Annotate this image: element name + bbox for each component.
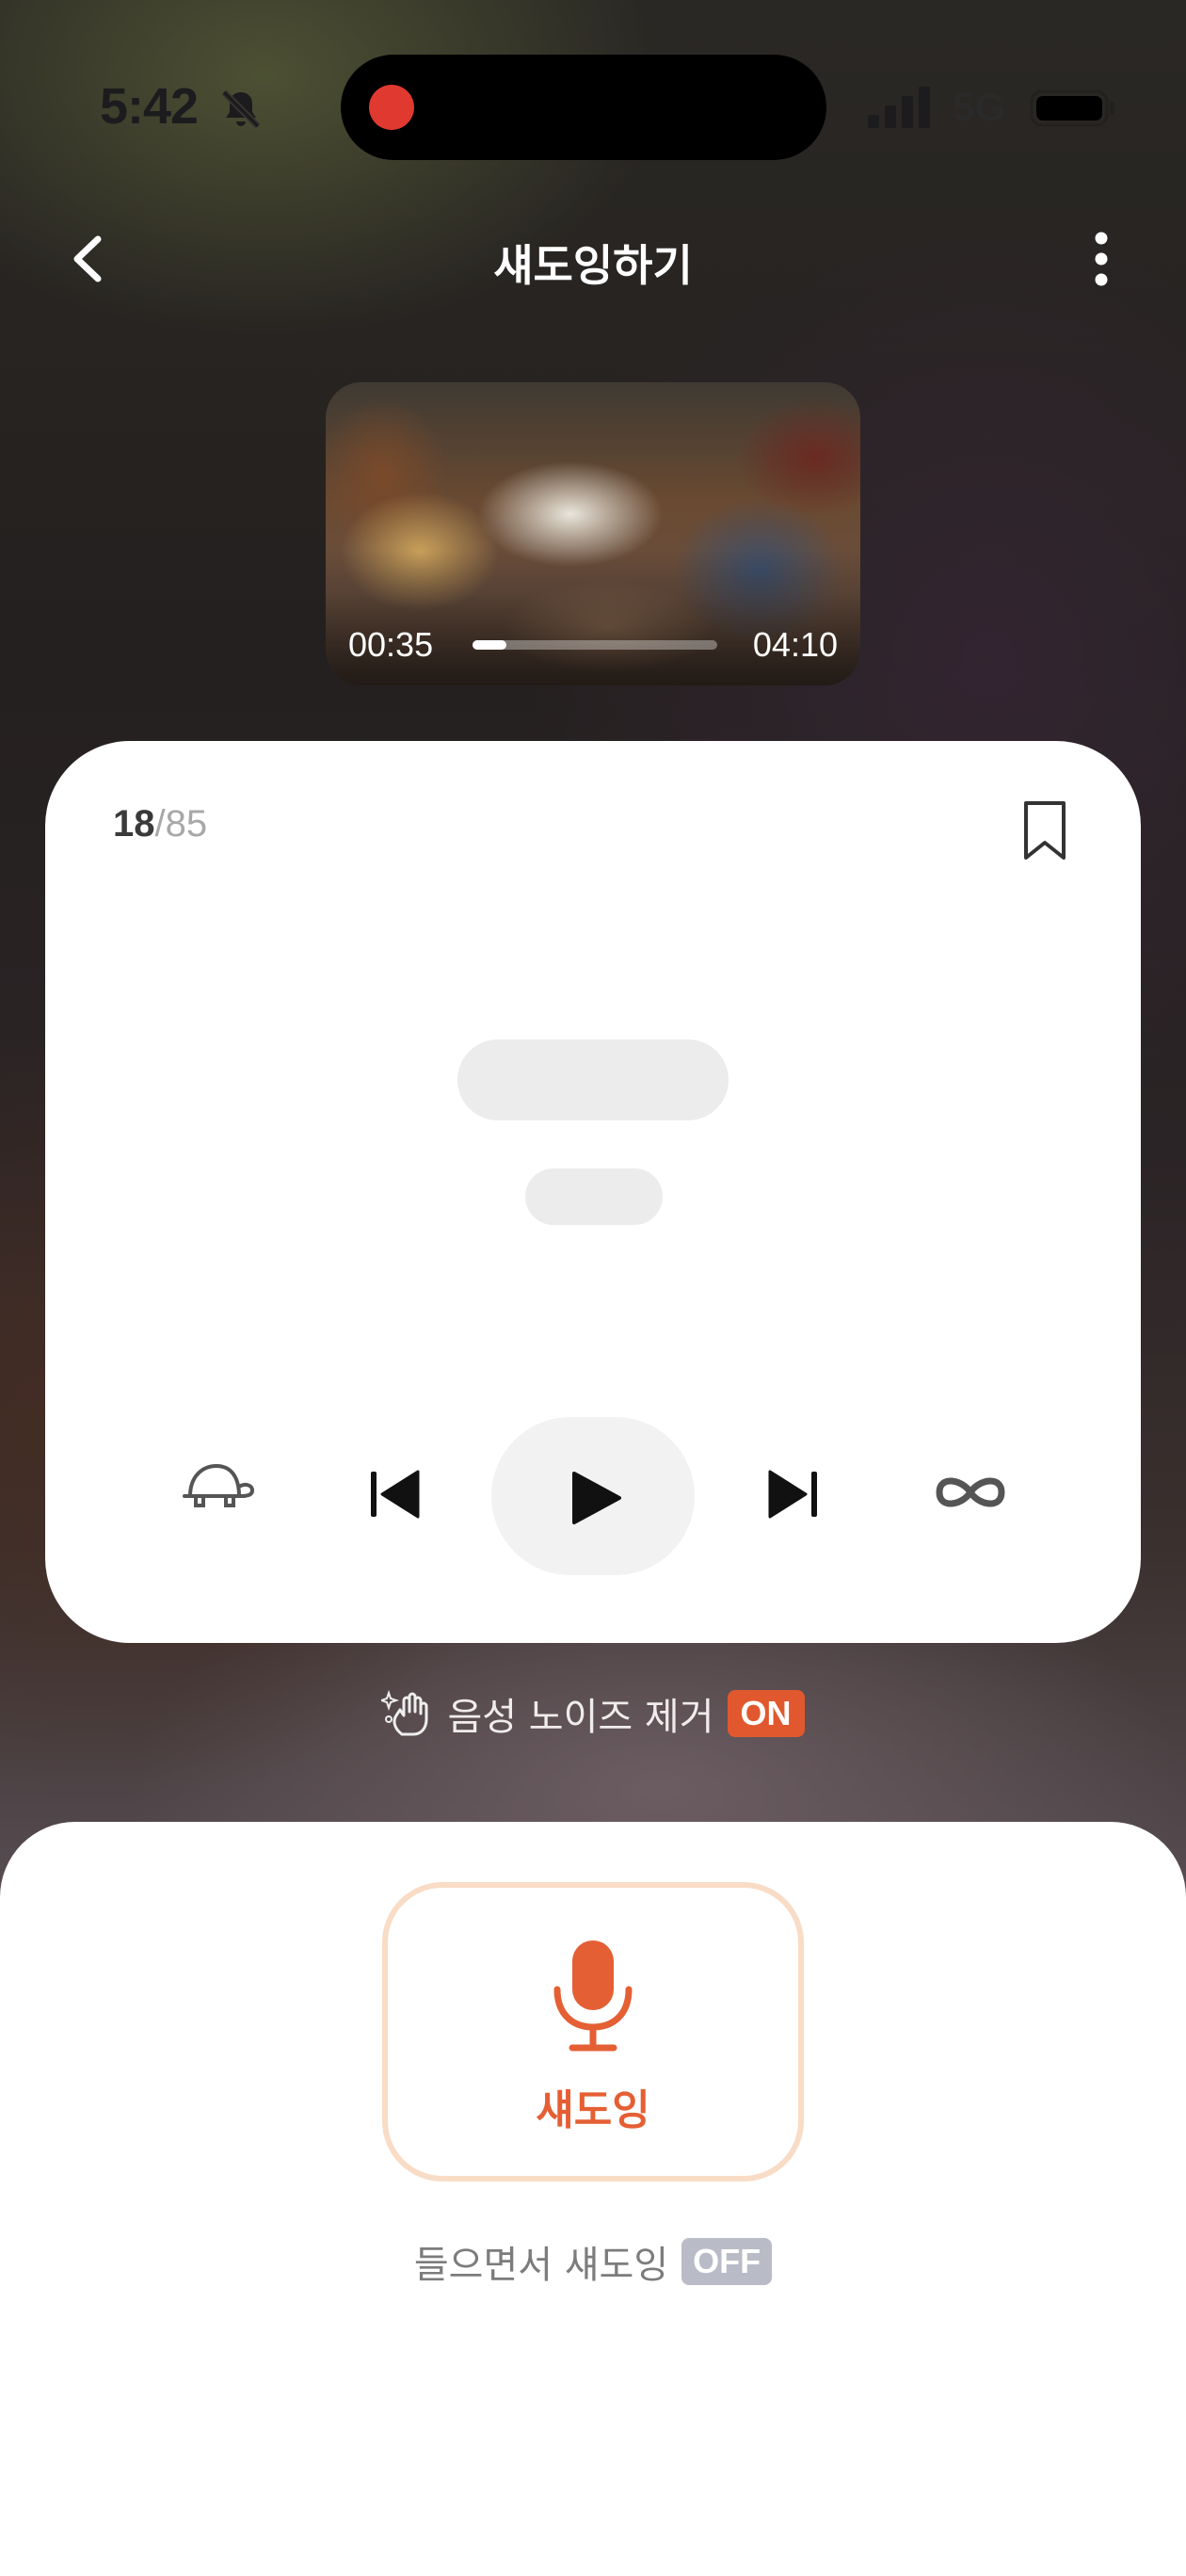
microphone-icon (553, 1940, 633, 2052)
noise-removal-toggle[interactable]: ON (727, 1690, 805, 1737)
shadowing-button-label: 섀도잉 (536, 2086, 650, 2134)
shadowing-record-button[interactable]: 섀도잉 (382, 1882, 804, 2182)
skip-next-icon (768, 1470, 817, 1519)
play-button[interactable] (491, 1417, 695, 1575)
video-player[interactable]: 00:35 04:10 (326, 382, 860, 685)
play-icon (572, 1472, 621, 1524)
listen-shadowing-row: 들으면서 섀도잉 OFF (0, 2234, 1186, 2289)
status-time: 5:42 (100, 78, 199, 135)
sentence-total-count: 85 (165, 803, 208, 845)
video-progress-fill (473, 640, 507, 650)
noise-removal-label: 음성 노이즈 제거 (447, 1696, 714, 1739)
bookmark-button[interactable] (1018, 797, 1071, 863)
dynamic-island (341, 55, 826, 160)
noise-removal-row: 음성 노이즈 제거 ON (0, 1685, 1186, 1742)
more-vertical-icon (1095, 232, 1108, 286)
sentence-card: 18/85 (45, 741, 1141, 1643)
signal-icon (868, 87, 930, 128)
skip-previous-icon (371, 1470, 420, 1519)
bookmark-icon (1024, 801, 1066, 860)
status-bar: 5:42 5G (0, 0, 1186, 188)
page-title: 섀도잉하기 (493, 240, 693, 291)
listen-shadowing-toggle[interactable]: OFF (681, 2238, 773, 2285)
listen-shadowing-label: 들으면서 섀도잉 (413, 2244, 669, 2287)
bell-off-icon (221, 89, 261, 129)
sentence-translation-placeholder (525, 1168, 663, 1225)
repeat-button[interactable] (930, 1466, 1011, 1519)
network-label: 5G (953, 85, 1006, 129)
bottom-sheet: 섀도잉 들으면서 섀도잉 OFF (0, 1822, 1186, 2576)
battery-icon (1030, 89, 1114, 127)
video-duration: 04:10 (752, 625, 838, 664)
turtle-slow-icon (183, 1464, 255, 1507)
sentence-text-placeholder (457, 1039, 729, 1120)
video-current-time: 00:35 (348, 625, 434, 664)
more-options-button[interactable] (1073, 226, 1130, 292)
sentence-current-index: 18 (113, 803, 155, 845)
hand-sparkle-icon (381, 1689, 428, 1736)
previous-sentence-button[interactable] (365, 1464, 425, 1524)
infinity-repeat-icon (936, 1477, 1005, 1507)
slow-speed-button[interactable] (181, 1458, 256, 1515)
sentence-counter: 18/85 (113, 803, 207, 845)
video-progress-bar[interactable] (473, 640, 717, 650)
next-sentence-button[interactable] (762, 1464, 823, 1524)
sentence-counter-separator: / (154, 803, 166, 845)
recording-indicator (369, 85, 414, 130)
